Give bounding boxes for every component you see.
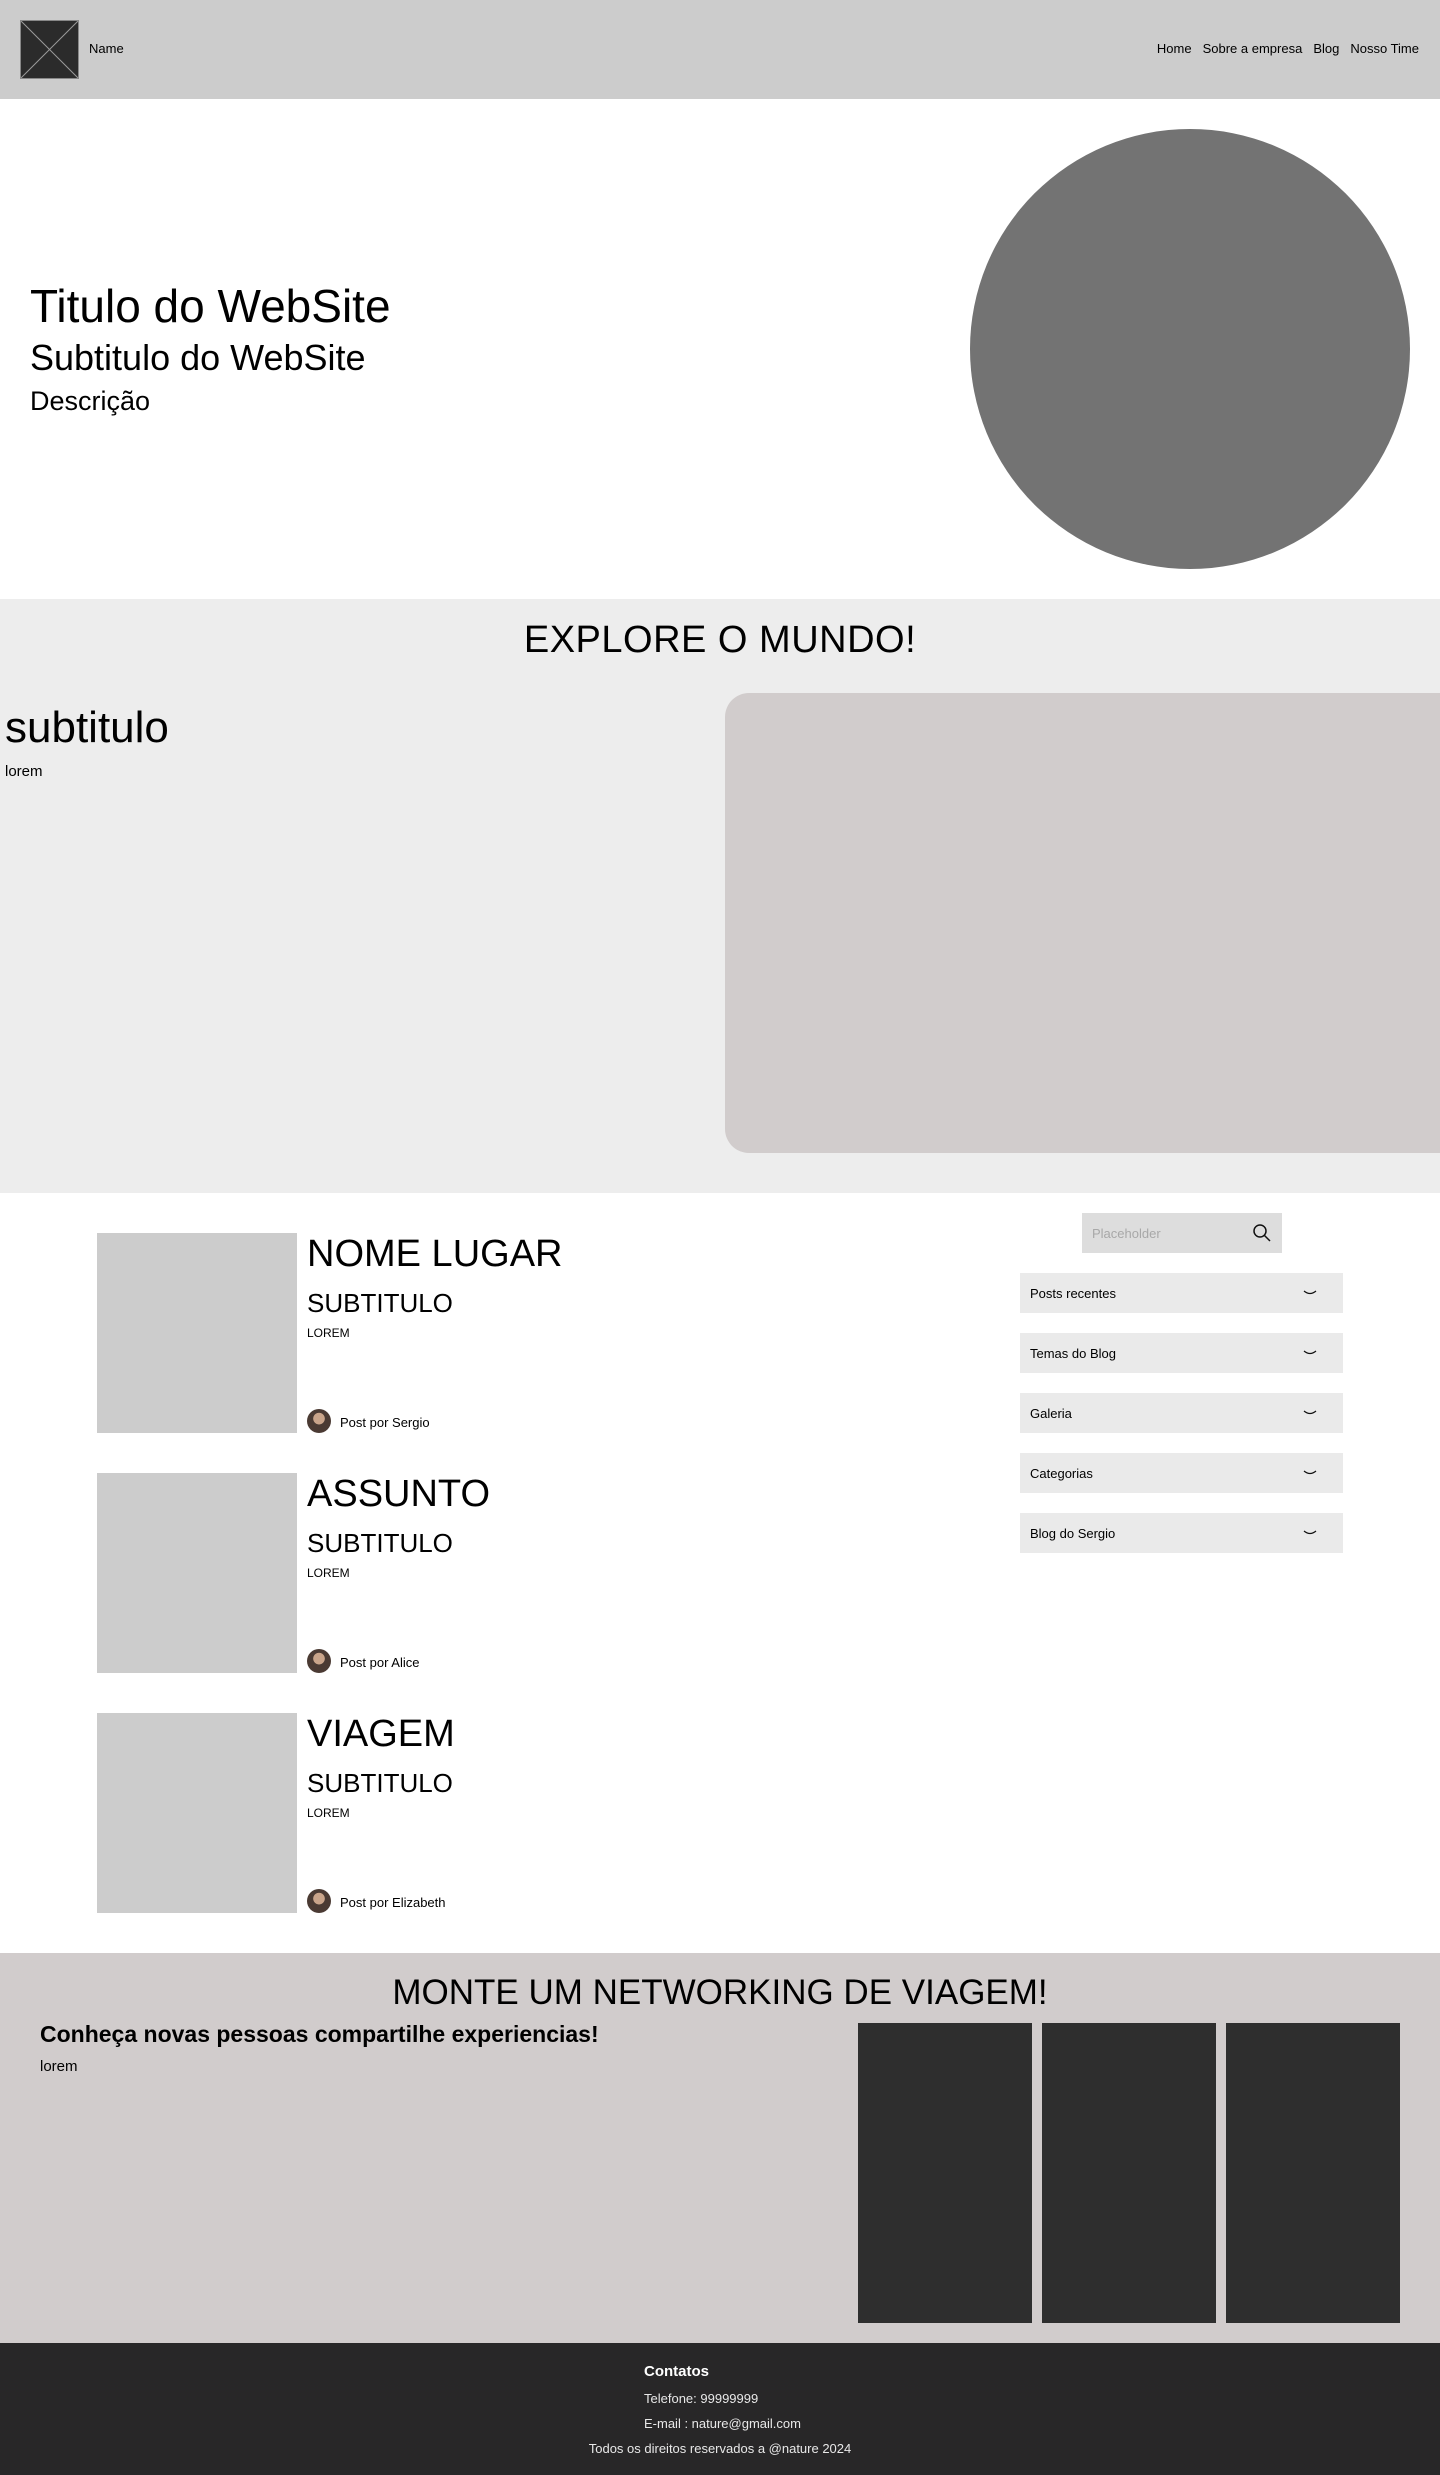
- chevron-down-icon: [1303, 1530, 1317, 1535]
- footer-phone: Telefone: 99999999: [644, 2391, 759, 2406]
- avatar: [307, 1409, 331, 1433]
- sidebar-item-label: Posts recentes: [1030, 1286, 1116, 1301]
- chevron-down-icon: [1303, 1470, 1317, 1475]
- footer-copyright: Todos os direitos reservados a @nature 2…: [588, 2441, 852, 2456]
- post-subtitle: SUBTITULO: [307, 1528, 453, 1558]
- chevron-down-icon: [1303, 1350, 1317, 1355]
- networking-card[interactable]: [1226, 2023, 1400, 2323]
- sidebar-item-categories[interactable]: Categorias: [1020, 1453, 1343, 1493]
- hero-section: Titulo do WebSite Subtitulo do WebSite D…: [0, 99, 1440, 599]
- chevron-down-icon: [1303, 1410, 1317, 1415]
- post-subtitle: SUBTITULO: [307, 1768, 453, 1798]
- search-box: [1082, 1213, 1282, 1253]
- brand-name: Name: [89, 41, 124, 56]
- header: Name Home Sobre a empresa Blog Nosso Tim…: [0, 0, 1440, 99]
- post-thumbnail[interactable]: [97, 1713, 297, 1913]
- post-thumbnail[interactable]: [97, 1233, 297, 1433]
- nav-blog[interactable]: Blog: [1313, 41, 1339, 56]
- blog-section: NOME LUGAR SUBTITULO LOREM Post por Serg…: [0, 1193, 1440, 1953]
- post-title[interactable]: VIAGEM: [307, 1713, 455, 1756]
- nav-home[interactable]: Home: [1157, 41, 1192, 56]
- sidebar-item-gallery[interactable]: Galeria: [1020, 1393, 1343, 1433]
- post-text: LOREM: [307, 1566, 350, 1580]
- explore-subtitle: subtitulo: [5, 703, 169, 752]
- sidebar-item-label: Blog do Sergio: [1030, 1526, 1116, 1541]
- post-author: Post por Alice: [340, 1655, 420, 1670]
- post-title[interactable]: NOME LUGAR: [307, 1233, 562, 1276]
- hero-subtitle: Subtitulo do WebSite: [30, 337, 366, 378]
- explore-text: lorem: [5, 763, 43, 780]
- explore-section: EXPLORE O MUNDO! subtitulo lorem: [0, 599, 1440, 1193]
- nav-about[interactable]: Sobre a empresa: [1203, 41, 1303, 56]
- hero-description: Descrição: [30, 386, 151, 416]
- networking-card[interactable]: [858, 2023, 1032, 2323]
- sidebar-item-sergio-blog[interactable]: Blog do Sergio: [1020, 1513, 1343, 1553]
- hero-image-circle: [970, 129, 1410, 569]
- image-placeholder-icon[interactable]: [20, 20, 79, 79]
- networking-card[interactable]: [1042, 2023, 1216, 2323]
- footer-email[interactable]: E-mail : nature@gmail.com: [644, 2416, 801, 2431]
- post-thumbnail[interactable]: [97, 1473, 297, 1673]
- sidebar-item-label: Temas do Blog: [1030, 1346, 1116, 1361]
- avatar: [307, 1649, 331, 1673]
- explore-image: [725, 693, 1440, 1153]
- post-author: Post por Sergio: [340, 1415, 430, 1430]
- main-nav: Home Sobre a empresa Blog Nosso Time: [1157, 41, 1419, 56]
- search-icon[interactable]: [1252, 1223, 1272, 1243]
- post-title[interactable]: ASSUNTO: [307, 1473, 490, 1516]
- sidebar-item-blog-themes[interactable]: Temas do Blog: [1020, 1333, 1343, 1373]
- footer: Contatos Telefone: 99999999 E-mail : nat…: [0, 2343, 1440, 2475]
- post-text: LOREM: [307, 1326, 350, 1340]
- networking-section: MONTE UM NETWORKING DE VIAGEM! Conheça n…: [0, 1953, 1440, 2343]
- blog-post[interactable]: ASSUNTO SUBTITULO LOREM Post por Alice: [97, 1473, 797, 1673]
- avatar: [307, 1889, 331, 1913]
- footer-title: Contatos: [644, 2363, 709, 2380]
- post-author: Post por Elizabeth: [340, 1895, 446, 1910]
- nav-team[interactable]: Nosso Time: [1350, 41, 1419, 56]
- networking-text: lorem: [40, 2058, 78, 2075]
- search-input[interactable]: [1082, 1213, 1242, 1253]
- networking-subtitle: Conheça novas pessoas compartilhe experi…: [40, 2021, 599, 2047]
- sidebar-item-label: Galeria: [1030, 1406, 1072, 1421]
- explore-title: EXPLORE O MUNDO!: [523, 619, 917, 661]
- post-text: LOREM: [307, 1806, 350, 1820]
- hero-title: Titulo do WebSite: [30, 280, 391, 332]
- post-subtitle: SUBTITULO: [307, 1288, 453, 1318]
- chevron-down-icon: [1303, 1290, 1317, 1295]
- blog-post[interactable]: VIAGEM SUBTITULO LOREM Post por Elizabet…: [97, 1713, 797, 1913]
- sidebar-item-label: Categorias: [1030, 1466, 1093, 1481]
- blog-post[interactable]: NOME LUGAR SUBTITULO LOREM Post por Serg…: [97, 1233, 797, 1433]
- networking-title: MONTE UM NETWORKING DE VIAGEM!: [392, 1973, 1048, 2012]
- sidebar-item-recent-posts[interactable]: Posts recentes: [1020, 1273, 1343, 1313]
